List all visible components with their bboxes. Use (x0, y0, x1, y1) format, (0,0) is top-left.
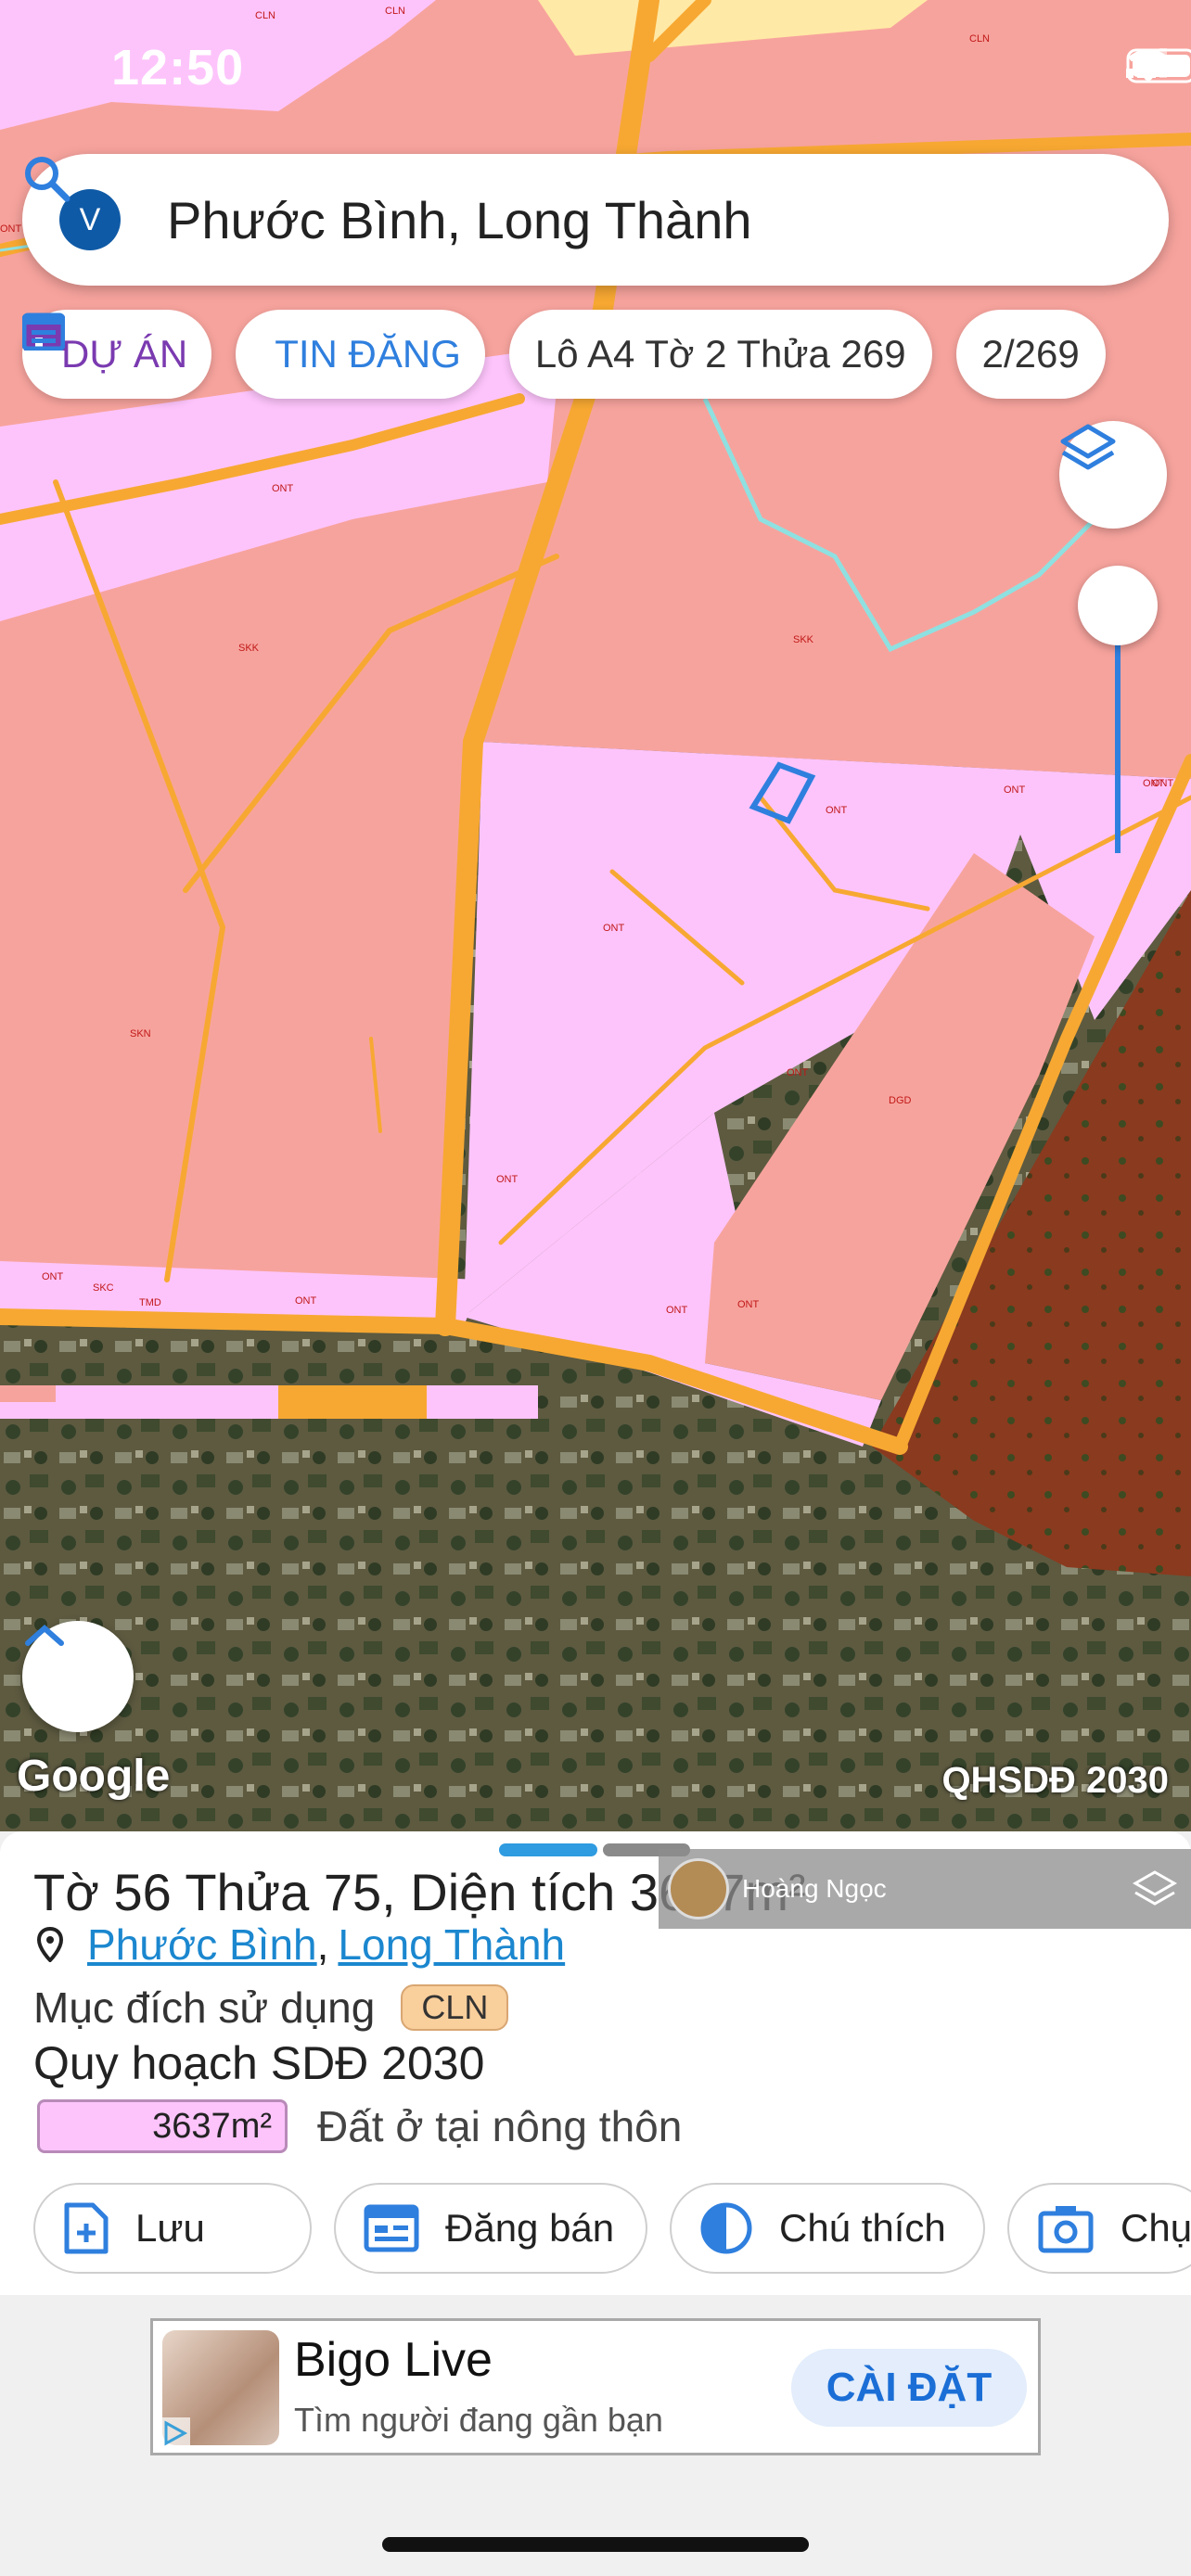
plan-area-swatch: 3637m² (37, 2099, 288, 2153)
post-sale-button[interactable]: Đăng bán (334, 2183, 647, 2274)
watermark-text: Hoàng Ngọc (742, 1874, 887, 1903)
chevron-up-icon (25, 1624, 64, 1646)
zone-label: ONT (787, 1067, 809, 1078)
panel-handle-active[interactable] (499, 1843, 597, 1856)
chip-label: 2/269 (981, 332, 1080, 376)
purpose-row: Mục đích sử dụng CLN (33, 1983, 509, 2033)
ad-subtitle: Tìm người đang gần bạn (294, 2401, 663, 2439)
overlay-label: QHSDĐ 2030 (941, 1760, 1169, 1801)
chip-parcel[interactable]: Lô A4 Tờ 2 Thửa 269 (508, 310, 932, 399)
ad-title: Bigo Live (294, 2333, 493, 2387)
zone-label: ONT (1004, 784, 1026, 796)
ward-link[interactable]: Phước Bình (87, 1919, 317, 1970)
post-sale-label: Đăng bán (445, 2206, 615, 2250)
legend-label: Chú thích (779, 2206, 946, 2250)
zone-label: SKK (793, 634, 814, 645)
save-document-icon (63, 2201, 109, 2255)
action-buttons: Lưu Đăng bán Chú thích Chụ (33, 2183, 1191, 2274)
save-button[interactable]: Lưu (33, 2183, 312, 2274)
zone-label: ONT (737, 1299, 760, 1310)
ad-banner[interactable]: Bigo Live Tìm người đang gần bạn CÀI ĐẶT (150, 2318, 1041, 2455)
filter-chips: DỰ ÁN TIN ĐĂNG Lô A4 Tờ 2 Thửa 269 2/269 (22, 310, 1106, 399)
chip-label: TIN ĐĂNG (275, 332, 461, 376)
install-button[interactable]: CÀI ĐẶT (791, 2349, 1027, 2427)
home-indicator[interactable] (382, 2537, 809, 2552)
chip-label: Lô A4 Tờ 2 Thửa 269 (534, 332, 906, 376)
zone-label: ONT (666, 1305, 688, 1316)
save-label: Lưu (135, 2206, 205, 2250)
google-logo: Google (17, 1752, 171, 1801)
plan-title: Quy hoạch SDĐ 2030 (33, 2037, 485, 2089)
zone-label: ONT (496, 1174, 519, 1185)
zone-label: ONT (1152, 778, 1174, 789)
avatar (668, 1858, 729, 1919)
zone-label: ONT (272, 483, 294, 494)
chip-label: DỰ ÁN (61, 332, 188, 376)
zone-label: ONT (0, 223, 22, 235)
search-bar[interactable]: V Phước Bình, Long Thành (22, 154, 1169, 286)
zone-label: SKC (93, 1282, 114, 1294)
watermark-overlay: Hoàng Ngọc (659, 1849, 1191, 1929)
camera-icon (1037, 2202, 1095, 2254)
district-link[interactable]: Long Thành (338, 1919, 565, 1970)
search-input[interactable]: Phước Bình, Long Thành (167, 190, 1122, 250)
zone-label: DGD (889, 1095, 912, 1106)
purpose-label: Mục đích sử dụng (33, 1983, 376, 2032)
zone-label: CLN (255, 10, 275, 21)
map-view[interactable]: CLN CLN CLN ONT ONT SKK SKK ONT ONT ONT … (0, 0, 1191, 1831)
plan-area-desc: Đất ở tại nông thôn (317, 2102, 683, 2150)
battery-icon (1126, 48, 1191, 83)
location-row: Phước Bình, Long Thành (37, 1919, 565, 1970)
post-sale-icon (364, 2203, 419, 2253)
opacity-slider-knob[interactable] (1078, 566, 1158, 645)
zone-label: ONT (295, 1295, 317, 1307)
zone-label: CLN (385, 6, 405, 17)
adchoices-icon[interactable] (159, 2417, 190, 2454)
zone-label: TMD (139, 1297, 161, 1308)
capture-button[interactable]: Chụ (1007, 2183, 1191, 2274)
location-pin-icon (37, 1927, 63, 1962)
capture-label: Chụ (1121, 2206, 1191, 2250)
zone-label: ONT (42, 1271, 64, 1282)
purpose-tag: CLN (401, 1984, 509, 2031)
status-bar: 12:50 (0, 39, 1191, 104)
chip-count[interactable]: 2/269 (955, 310, 1106, 399)
status-time: 12:50 (111, 40, 245, 96)
layers-icon (1132, 1870, 1178, 1906)
zone-label: SKN (130, 1028, 151, 1039)
zone-label: ONT (826, 805, 848, 816)
location-separator: , (316, 1920, 329, 1969)
legend-contrast-icon (699, 2201, 753, 2255)
plan-area-row: 3637m² Đất ở tại nông thôn (37, 2099, 682, 2153)
zone-label: ONT (603, 923, 625, 934)
layers-button[interactable] (1059, 421, 1167, 529)
layers-icon (1060, 424, 1116, 470)
legend-button[interactable]: Chú thích (670, 2183, 985, 2274)
zone-label: SKK (238, 643, 260, 654)
expand-up-button[interactable] (22, 1621, 134, 1732)
chip-tin-dang[interactable]: TIN ĐĂNG (22, 310, 485, 399)
